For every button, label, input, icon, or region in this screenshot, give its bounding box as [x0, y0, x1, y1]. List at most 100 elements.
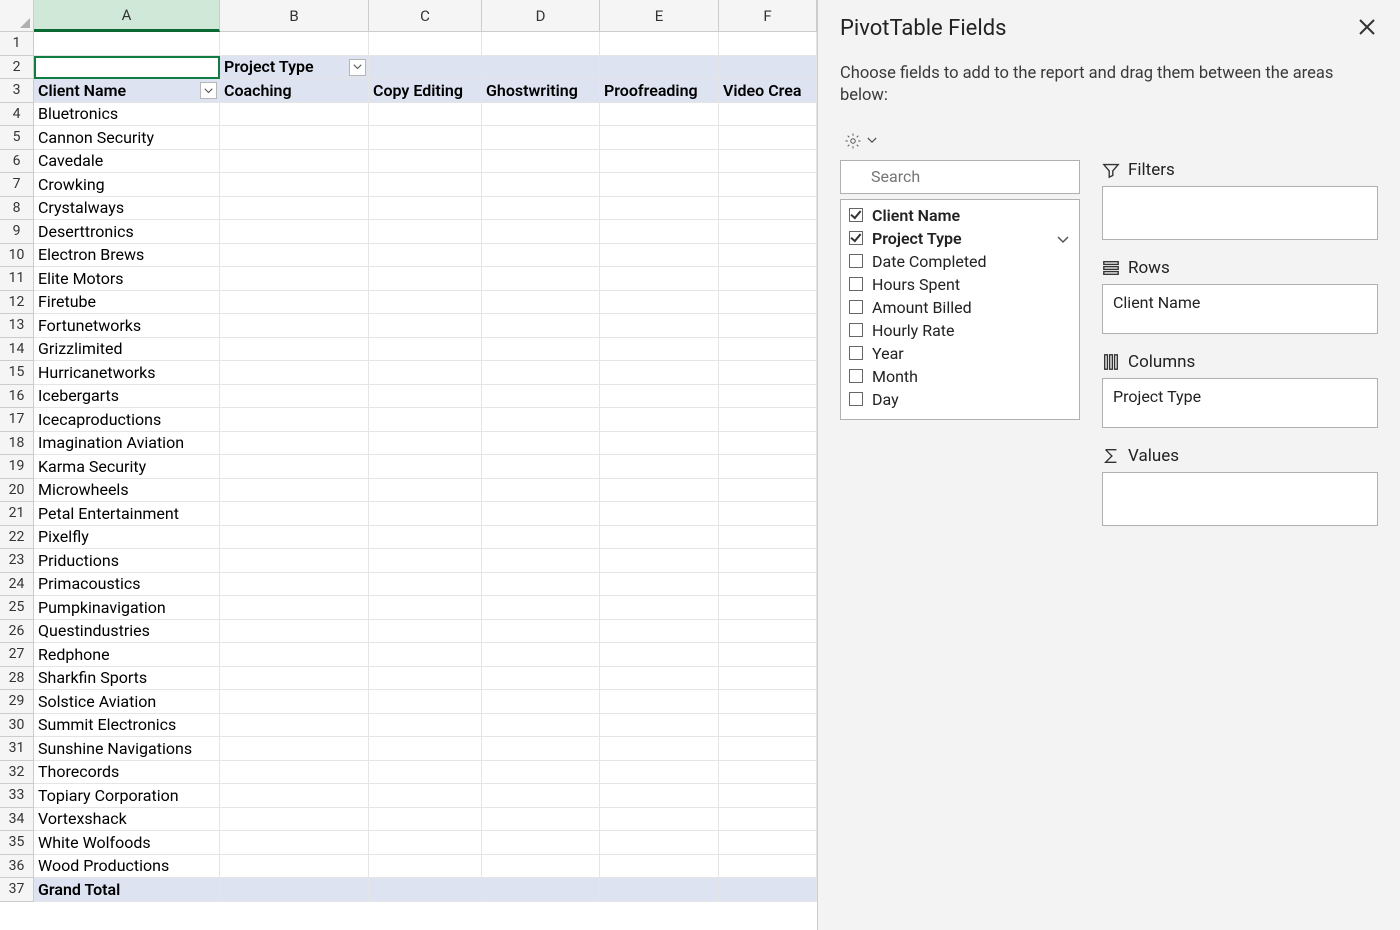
field-item[interactable]: Project Type [841, 227, 1079, 250]
cell-E18[interactable] [600, 432, 719, 456]
cell-D24[interactable] [482, 573, 600, 597]
cell-D26[interactable] [482, 620, 600, 644]
cell-A16[interactable]: Icebergarts [34, 385, 220, 409]
row-header[interactable]: 22 [0, 526, 34, 550]
cell-D3[interactable]: Ghostwriting [482, 79, 600, 103]
cell-D25[interactable] [482, 596, 600, 620]
cell-D17[interactable] [482, 408, 600, 432]
cell-F20[interactable] [719, 479, 817, 503]
cell-A5[interactable]: Cannon Security [34, 126, 220, 150]
cell-D28[interactable] [482, 667, 600, 691]
cell-E8[interactable] [600, 197, 719, 221]
field-checkbox[interactable] [849, 208, 863, 222]
cell-E12[interactable] [600, 291, 719, 315]
cell-F17[interactable] [719, 408, 817, 432]
cell-C34[interactable] [369, 808, 482, 832]
field-checkbox[interactable] [849, 392, 863, 406]
cell-A7[interactable]: Crowking [34, 173, 220, 197]
cell-D29[interactable] [482, 690, 600, 714]
cell-D27[interactable] [482, 643, 600, 667]
cell-A33[interactable]: Topiary Corporation [34, 784, 220, 808]
row-header[interactable]: 33 [0, 784, 34, 808]
cell-F35[interactable] [719, 831, 817, 855]
cell-B7[interactable] [220, 173, 369, 197]
cell-B25[interactable] [220, 596, 369, 620]
rows-drop-zone[interactable]: Client Name [1102, 284, 1378, 334]
cell-C18[interactable] [369, 432, 482, 456]
cell-A22[interactable]: Pixelfly [34, 526, 220, 550]
cell-C10[interactable] [369, 244, 482, 268]
field-checkbox[interactable] [849, 231, 863, 245]
cell-E33[interactable] [600, 784, 719, 808]
row-header[interactable]: 14 [0, 338, 34, 362]
cell-A30[interactable]: Summit Electronics [34, 714, 220, 738]
col-header-F[interactable]: F [719, 0, 817, 32]
row-header[interactable]: 4 [0, 103, 34, 127]
cell-D5[interactable] [482, 126, 600, 150]
cell-E21[interactable] [600, 502, 719, 526]
cell-B27[interactable] [220, 643, 369, 667]
cell-F19[interactable] [719, 455, 817, 479]
cell-A23[interactable]: Priductions [34, 549, 220, 573]
cell-E23[interactable] [600, 549, 719, 573]
cell-F7[interactable] [719, 173, 817, 197]
cell-C27[interactable] [369, 643, 482, 667]
cell-C3[interactable]: Copy Editing [369, 79, 482, 103]
cell-A37[interactable]: Grand Total [34, 878, 220, 902]
cell-C26[interactable] [369, 620, 482, 644]
cell-C28[interactable] [369, 667, 482, 691]
row-header[interactable]: 2 [0, 56, 34, 80]
cell-E9[interactable] [600, 220, 719, 244]
cell-F11[interactable] [719, 267, 817, 291]
columns-drop-zone[interactable]: Project Type [1102, 378, 1378, 428]
row-header[interactable]: 12 [0, 291, 34, 315]
field-item[interactable]: Month [841, 365, 1079, 388]
cell-B9[interactable] [220, 220, 369, 244]
rows-item[interactable]: Client Name [1103, 289, 1377, 316]
cell-A13[interactable]: Fortunetworks [34, 314, 220, 338]
cell-E31[interactable] [600, 737, 719, 761]
field-item[interactable]: Client Name [841, 204, 1079, 227]
cell-B6[interactable] [220, 150, 369, 174]
cell-E32[interactable] [600, 761, 719, 785]
row-header[interactable]: 11 [0, 267, 34, 291]
cell-A6[interactable]: Cavedale [34, 150, 220, 174]
field-checkbox[interactable] [849, 300, 863, 314]
row-header[interactable]: 35 [0, 831, 34, 855]
row-header[interactable]: 19 [0, 455, 34, 479]
cell-C13[interactable] [369, 314, 482, 338]
cell-B1[interactable] [220, 32, 369, 56]
cell-D11[interactable] [482, 267, 600, 291]
cell-C22[interactable] [369, 526, 482, 550]
cell-D14[interactable] [482, 338, 600, 362]
cell-B30[interactable] [220, 714, 369, 738]
cell-A18[interactable]: Imagination Aviation [34, 432, 220, 456]
cell-C33[interactable] [369, 784, 482, 808]
cell-F13[interactable] [719, 314, 817, 338]
cell-A28[interactable]: Sharkfin Sports [34, 667, 220, 691]
cell-B11[interactable] [220, 267, 369, 291]
row-header[interactable]: 30 [0, 714, 34, 738]
cell-A11[interactable]: Elite Motors [34, 267, 220, 291]
cell-E34[interactable] [600, 808, 719, 832]
cell-D23[interactable] [482, 549, 600, 573]
cell-A10[interactable]: Electron Brews [34, 244, 220, 268]
row-header[interactable]: 18 [0, 432, 34, 456]
cell-F31[interactable] [719, 737, 817, 761]
cell-B2[interactable]: Project Type [220, 56, 369, 80]
cell-D20[interactable] [482, 479, 600, 503]
cell-E16[interactable] [600, 385, 719, 409]
cell-F6[interactable] [719, 150, 817, 174]
cell-B20[interactable] [220, 479, 369, 503]
row-header[interactable]: 25 [0, 596, 34, 620]
cell-D19[interactable] [482, 455, 600, 479]
cell-C4[interactable] [369, 103, 482, 127]
cell-B8[interactable] [220, 197, 369, 221]
cell-D7[interactable] [482, 173, 600, 197]
cell-E28[interactable] [600, 667, 719, 691]
cell-C24[interactable] [369, 573, 482, 597]
cell-A20[interactable]: Microwheels [34, 479, 220, 503]
row-header[interactable]: 8 [0, 197, 34, 221]
cell-C37[interactable] [369, 878, 482, 902]
cell-A32[interactable]: Thorecords [34, 761, 220, 785]
